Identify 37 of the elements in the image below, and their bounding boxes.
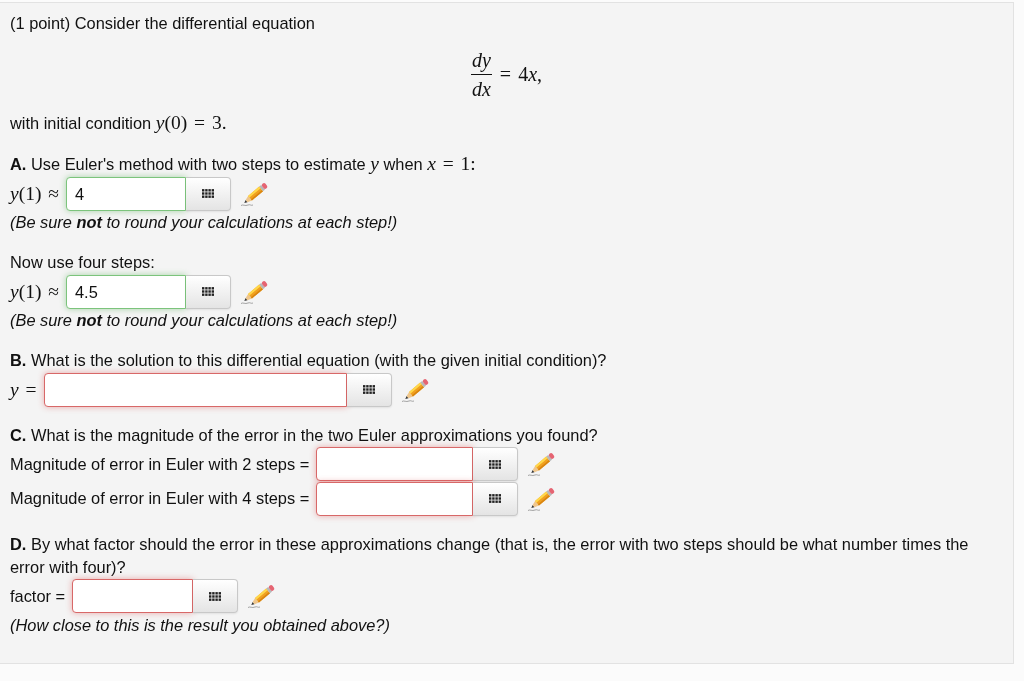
grid-icon [202,189,214,198]
question-text: A. Use Euler's method with two steps to estimate y when x = 1: [10,152,477,176]
grid-icon [489,494,502,503]
equation-editor-button[interactable] [186,274,231,309]
answer-field[interactable] [316,481,474,516]
equation-editor-button[interactable] [473,447,519,481]
question-text: C. What is the magnitude of the error in the two Euler approximations you found? [10,424,599,446]
grid-icon [362,385,375,394]
answer-label: factor = [10,586,66,606]
note-text: (Be sure not to round your calculations at each step!) [10,212,399,233]
grid-icon [209,591,222,601]
answer-label: y(1) ≈ [10,182,59,205]
answer-label: y = [10,378,37,401]
equation-editor-button[interactable] [186,176,231,211]
note-text: (How close to this is the result you obtained above?) [10,614,391,636]
pencil-icon[interactable] [240,180,270,207]
answer-field[interactable] [43,372,347,407]
answer-field[interactable]: 4.5 [66,274,186,309]
pencil-icon[interactable] [400,376,431,403]
instruction-text: Now use four steps: [10,252,156,273]
question-text: B. What is the solution to this differential equation (with the given initial condition)? [10,350,608,371]
grid-icon [202,287,214,296]
answer-label: y(1) ≈ [10,280,59,303]
intro-text: (1 point) Consider the differential equation [10,13,316,34]
answer-field[interactable]: 4 [66,176,186,211]
equation-editor-button[interactable] [473,481,519,516]
equation-editor-button[interactable] [193,579,239,613]
answer-field[interactable] [72,579,194,613]
answer-label: Magnitude of error in Euler with 4 steps = [10,489,310,508]
pencil-icon[interactable] [240,278,270,305]
question-text: D. By what factor should the error in these approximations change (that is, the error with two steps should be what number times the error with four)? [10,533,970,578]
grid-icon [489,459,502,469]
answer-label: Magnitude of error in Euler with 2 steps = [10,454,310,474]
answer-field[interactable] [316,447,474,481]
note-text: (Be sure not to round your calculations at each step!) [10,310,399,331]
equation-editor-button[interactable] [346,372,392,407]
condition-text: with initial condition y(0) = 3. [10,111,228,135]
